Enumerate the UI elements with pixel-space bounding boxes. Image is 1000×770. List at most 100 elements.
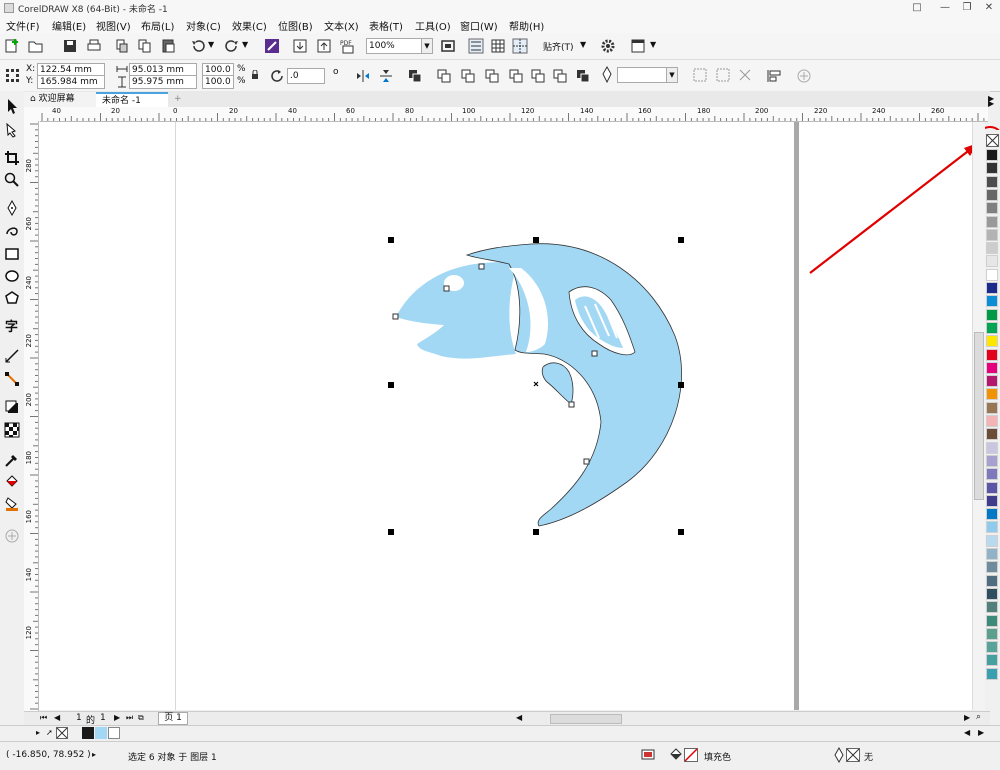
palette-swatch[interactable] <box>986 494 998 507</box>
redo-icon[interactable] <box>224 38 240 54</box>
palette-swatch[interactable] <box>986 601 998 614</box>
doc-swatch-light-blue[interactable] <box>95 727 107 739</box>
palette-swatch[interactable] <box>986 574 998 587</box>
group-icon[interactable] <box>407 68 423 84</box>
trim-icon[interactable] <box>460 68 476 84</box>
vertical-scroll-thumb[interactable] <box>974 332 984 500</box>
fish-lower-fin[interactable] <box>541 362 574 405</box>
simplify-icon[interactable] <box>508 68 524 84</box>
doc-palette-left-icon[interactable]: ◀ <box>964 728 970 737</box>
palette-swatch[interactable] <box>986 162 998 175</box>
doc-swatch-white[interactable] <box>108 727 120 739</box>
close-icon[interactable]: ✕ <box>978 0 1000 16</box>
tab-document[interactable]: 未命名 -1 <box>96 92 168 107</box>
scale-y-field[interactable]: 100.0 <box>202 75 234 89</box>
align-distribute-icon[interactable] <box>766 68 782 84</box>
lock-ratio-icon[interactable] <box>251 70 259 80</box>
import-icon[interactable] <box>292 38 308 54</box>
palette-swatch[interactable] <box>986 627 998 640</box>
menu-layout[interactable]: 布局(L) <box>141 18 174 33</box>
menu-object[interactable]: 对象(C) <box>186 18 221 33</box>
selection-handle-right[interactable] <box>678 382 684 388</box>
palette-swatch[interactable] <box>986 481 998 494</box>
palette-swatch[interactable] <box>986 282 998 294</box>
menu-view[interactable]: 视图(V) <box>96 18 131 33</box>
redo-dropdown-icon[interactable]: ▼ <box>242 40 248 49</box>
palette-swatch[interactable] <box>986 441 998 454</box>
open-folder-icon[interactable] <box>28 38 44 54</box>
intersect-icon[interactable] <box>484 68 500 84</box>
vertical-scrollbar[interactable] <box>972 122 985 710</box>
palette-swatch[interactable] <box>986 521 998 534</box>
show-guidelines-icon[interactable] <box>512 38 528 54</box>
palette-swatch[interactable] <box>986 561 998 574</box>
undo-icon[interactable] <box>190 38 206 54</box>
new-document-icon[interactable] <box>4 38 20 54</box>
palette-swatch[interactable] <box>986 428 998 441</box>
drop-shadow-icon[interactable] <box>4 399 20 415</box>
save-icon[interactable] <box>62 38 78 54</box>
full-screen-icon[interactable] <box>440 38 456 54</box>
rotation-angle-field[interactable]: .0 <box>287 68 325 84</box>
account-icon[interactable]: □ <box>906 0 928 16</box>
page-tab-1[interactable]: 页 1 <box>158 712 188 725</box>
vertical-ruler[interactable]: 280 260 240 220 200 180 160 140 120 <box>24 121 39 711</box>
zoom-tool-icon[interactable] <box>4 172 20 188</box>
undo-dropdown-icon[interactable]: ▼ <box>208 40 214 49</box>
polygon-tool-icon[interactable] <box>4 290 20 306</box>
palette-swatch[interactable] <box>986 308 998 321</box>
palette-swatch[interactable] <box>986 348 998 361</box>
add-toolbar-icon[interactable] <box>796 68 812 84</box>
palette-swatch[interactable] <box>986 401 998 414</box>
interactive-fill-icon[interactable] <box>4 474 20 490</box>
palette-swatch[interactable] <box>986 454 998 467</box>
palette-swatch[interactable] <box>986 188 998 201</box>
artistic-media-icon[interactable] <box>4 222 20 238</box>
node-handle[interactable] <box>478 263 485 270</box>
zoom-navigator-icon[interactable]: ⌕ <box>976 712 981 722</box>
rectangle-tool-icon[interactable] <box>4 246 20 262</box>
ellipse-tool-icon[interactable] <box>4 268 20 284</box>
menu-bitmap[interactable]: 位图(B) <box>278 18 313 33</box>
selection-handle-top-right[interactable] <box>678 237 684 243</box>
palette-swatch[interactable] <box>986 654 998 667</box>
restore-icon[interactable]: ❐ <box>956 0 978 16</box>
current-page-number[interactable]: 1 <box>76 713 82 723</box>
options-gear-icon[interactable] <box>600 38 616 54</box>
menu-window[interactable]: 窗口(W) <box>460 18 498 33</box>
transparency-tool-icon[interactable] <box>4 422 20 438</box>
menu-file[interactable]: 文件(F) <box>6 18 40 33</box>
selection-handle-bottom-left[interactable] <box>388 529 394 535</box>
search-content-icon[interactable] <box>264 38 280 54</box>
palette-swatch[interactable] <box>986 388 998 401</box>
rotation-center-marker[interactable] <box>533 381 539 387</box>
palette-swatch[interactable] <box>986 268 998 281</box>
mirror-horizontal-icon[interactable] <box>355 68 371 84</box>
palette-swatch[interactable] <box>986 228 998 241</box>
add-page-icon[interactable]: ⧉ <box>138 713 144 723</box>
shape-tool-icon[interactable] <box>4 122 20 138</box>
zoom-dropdown-icon[interactable]: ▼ <box>421 38 433 54</box>
export-icon[interactable] <box>316 38 332 54</box>
smart-fill-icon[interactable] <box>4 496 20 512</box>
outline-pen-icon[interactable] <box>600 66 614 84</box>
outline-none-icon[interactable] <box>846 748 860 762</box>
print-icon[interactable] <box>86 38 102 54</box>
node-handle[interactable] <box>591 350 598 357</box>
node-handle[interactable] <box>583 458 590 465</box>
doc-no-color-swatch[interactable] <box>56 727 68 739</box>
copy-icon[interactable] <box>137 38 153 54</box>
first-page-icon[interactable]: ⏮ <box>40 713 47 723</box>
no-color-swatch-icon[interactable] <box>986 134 999 147</box>
palette-swatch[interactable] <box>986 548 998 560</box>
selection-handle-bottom[interactable] <box>533 529 539 535</box>
menu-help[interactable]: 帮助(H) <box>509 18 544 33</box>
palette-swatch[interactable] <box>986 175 998 188</box>
pick-tool-icon[interactable] <box>4 98 20 114</box>
palette-swatch[interactable] <box>986 375 998 388</box>
h-scroll-left-icon[interactable]: ◀ <box>516 713 522 722</box>
palette-swatch[interactable] <box>986 587 998 600</box>
outline-width-field[interactable] <box>617 67 667 83</box>
palette-swatch[interactable] <box>986 202 998 215</box>
rotate-icon[interactable] <box>270 68 286 84</box>
